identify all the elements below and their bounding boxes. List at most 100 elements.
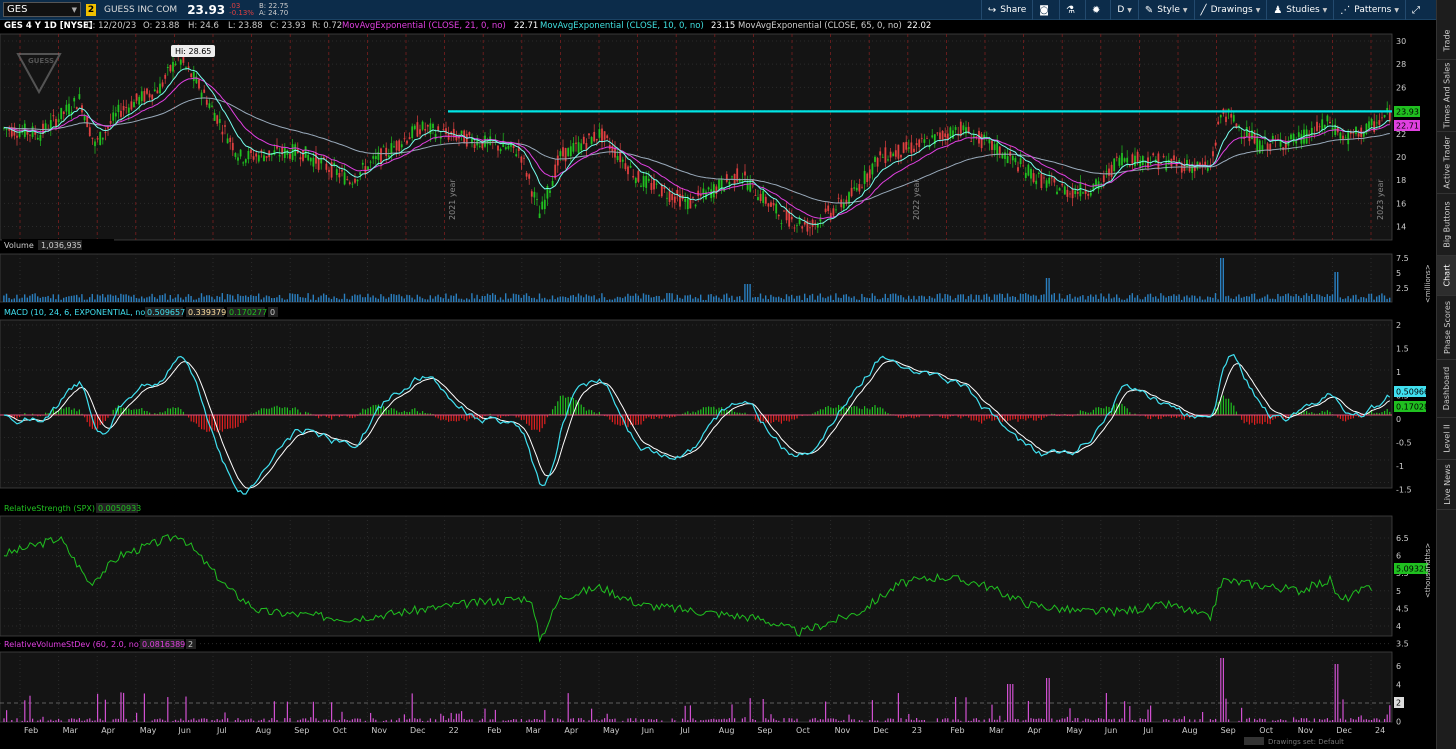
rv-bar xyxy=(1378,719,1380,722)
rv-bar xyxy=(596,719,598,722)
link-group-badge[interactable]: 2 xyxy=(86,3,96,16)
tab-level-ii[interactable]: Level II xyxy=(1437,418,1456,460)
rv-bar xyxy=(544,710,546,722)
snapshot-button[interactable]: ◙ xyxy=(1032,0,1059,20)
ema21-label[interactable]: MovAvgExponential (CLOSE, 21, 0, no) xyxy=(342,21,506,31)
tab-phase-scores[interactable]: Phase Scores xyxy=(1437,296,1456,360)
candle-body xyxy=(1045,180,1048,188)
rv-bar xyxy=(125,718,127,722)
rv-bar xyxy=(822,719,824,722)
volume-bar xyxy=(182,299,184,302)
rv-bar xyxy=(289,718,291,722)
chart-area[interactable]: GES 4 Y 1D [NYSE] D: 12/20/23 O: 23.88 H… xyxy=(0,20,1436,749)
macd-diff-tag: 0.17028 xyxy=(1394,401,1429,412)
rv-bar xyxy=(775,720,777,722)
tab-big-buttons[interactable]: Big Buttons xyxy=(1437,194,1456,256)
candle-body xyxy=(1014,158,1017,163)
rv-bar xyxy=(830,718,832,722)
volume-bar xyxy=(746,284,749,302)
scroll-control[interactable] xyxy=(1244,737,1264,745)
tab-live-news[interactable]: Live News xyxy=(1437,460,1456,510)
macd-hist-bar xyxy=(1025,415,1027,421)
price-tick: 28 xyxy=(1396,60,1406,69)
candle-body xyxy=(156,90,159,94)
volume-bar xyxy=(832,299,834,302)
flask-button[interactable]: ⚗ xyxy=(1058,0,1085,20)
volume-bar xyxy=(91,293,93,302)
settings-button[interactable]: ✹ xyxy=(1084,0,1110,20)
rs-label[interactable]: RelativeStrength (SPX) xyxy=(4,504,95,513)
aggregation-button[interactable]: D ▼ xyxy=(1110,0,1138,20)
symbol-selector[interactable]: GES ▼ xyxy=(3,2,81,17)
macd-hist-bar xyxy=(292,408,294,415)
rv-bar xyxy=(1030,718,1032,722)
rv-bar xyxy=(68,719,70,722)
rv-bar xyxy=(682,718,684,722)
volume-bar xyxy=(1347,296,1349,302)
share-button[interactable]: ↪ Share xyxy=(980,0,1032,20)
candle-body xyxy=(1347,131,1350,145)
ema-tag: 22.71 xyxy=(1394,120,1420,131)
macd-label[interactable]: MACD (10, 24, 6, EXPONENTIAL, no) xyxy=(4,308,148,317)
macd-hist-bar xyxy=(1248,415,1250,425)
tab-active-trader[interactable]: Active Trader xyxy=(1437,132,1456,194)
macd-hist-bar xyxy=(1098,407,1100,415)
macd-hist-bar xyxy=(463,415,465,420)
macd-hist-bar xyxy=(830,407,832,415)
volume-bar xyxy=(154,297,156,302)
volume-bar xyxy=(117,297,119,302)
rv-bar xyxy=(1103,719,1105,722)
macd-hist-bar xyxy=(372,405,374,415)
tab-dashboard[interactable]: Dashboard xyxy=(1437,360,1456,418)
volume-bar xyxy=(174,297,177,302)
volume-bar xyxy=(1357,299,1360,302)
rv-label[interactable]: RelativeVolumeStDev (60, 2.0, no) xyxy=(4,640,142,649)
volume-bar xyxy=(221,293,223,302)
rv-bar xyxy=(143,693,145,722)
candle-body xyxy=(900,154,902,158)
volume-bar xyxy=(333,296,335,302)
maximize-button[interactable]: ⤢ xyxy=(1405,0,1430,20)
candle-body xyxy=(770,202,772,207)
volume-bar xyxy=(1004,297,1006,302)
studies-button[interactable]: ♟ Studies ▼ xyxy=(1266,0,1333,20)
candle-body xyxy=(299,157,302,160)
rv-bar xyxy=(1069,708,1071,722)
tab-times-and-sales[interactable]: Times And Sales xyxy=(1437,60,1456,132)
patterns-button[interactable]: ⋰ Patterns ▼ xyxy=(1333,0,1405,20)
candle-body xyxy=(1329,121,1331,124)
volume-bar xyxy=(63,297,65,302)
rv-bar xyxy=(749,698,751,722)
volume-bar xyxy=(364,297,366,302)
drawings-button[interactable]: ╱ Drawings ▼ xyxy=(1193,0,1267,20)
candle-body xyxy=(819,218,822,222)
chevron-down-icon[interactable]: ▼ xyxy=(72,6,77,14)
macd-hist-bar xyxy=(822,409,824,415)
rv-bar xyxy=(765,718,767,722)
volume-bar xyxy=(1251,293,1253,302)
candle-body xyxy=(962,125,965,131)
volume-bar xyxy=(1279,296,1282,302)
style-button[interactable]: ✎ Style ▼ xyxy=(1137,0,1194,20)
macd-hist-bar xyxy=(835,407,837,415)
volume-bar xyxy=(302,297,304,302)
tab-chart[interactable]: Chart xyxy=(1437,256,1456,296)
rs-header: RelativeStrength (SPX) 0.0050933 xyxy=(2,502,141,514)
rv-bar xyxy=(1173,718,1175,722)
tab-trade[interactable]: Trade xyxy=(1437,22,1456,60)
candle-body xyxy=(863,170,866,184)
candle-body xyxy=(718,179,720,190)
macd-hist-bar xyxy=(102,415,104,424)
volume-bar xyxy=(1209,297,1211,302)
ema10-label[interactable]: MovAvgExponential (CLOSE, 10, 0, no) xyxy=(540,21,704,31)
volume-bar xyxy=(559,296,561,302)
macd-hist-bar xyxy=(817,411,819,415)
rv-bar xyxy=(874,720,876,722)
ema65-label[interactable]: MovAvgExponential (CLOSE, 65, 0, no) xyxy=(738,21,902,31)
macd-hist-bar xyxy=(468,415,470,419)
candle-body xyxy=(1290,134,1292,140)
rv-bar xyxy=(559,719,561,722)
macd-hist-bar xyxy=(539,415,541,432)
candle-body xyxy=(523,157,525,159)
ask-value: A: 24.70 xyxy=(258,8,289,17)
